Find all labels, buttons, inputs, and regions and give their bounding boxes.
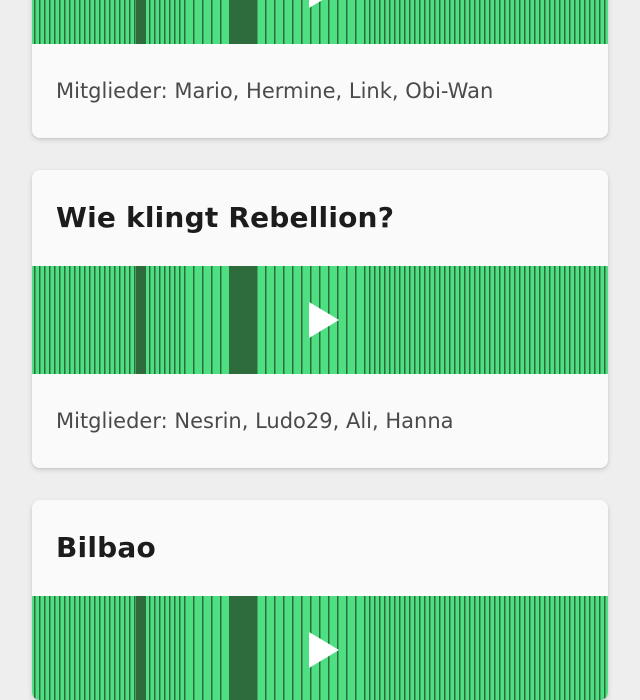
waveform-player[interactable]	[32, 0, 608, 44]
members-list: Mitglieder: Mario, Hermine, Link, Obi-Wa…	[56, 79, 494, 103]
playlist-card: Bilbao	[32, 500, 608, 700]
playlist-title: Wie klingt Rebellion?	[56, 201, 395, 234]
members-list: Mitglieder: Nesrin, Ludo29, Ali, Hanna	[56, 409, 454, 433]
playlist-card: Wie klingt Rebellion? Mitglieder: Nesrin…	[32, 170, 608, 468]
play-icon[interactable]	[307, 630, 341, 670]
playlist-title: Bilbao	[56, 531, 156, 564]
playlist-card: Mitglieder: Mario, Hermine, Link, Obi-Wa…	[32, 0, 608, 138]
play-icon[interactable]	[307, 300, 341, 340]
waveform-player[interactable]	[32, 266, 608, 374]
play-icon[interactable]	[307, 0, 341, 10]
waveform-player[interactable]	[32, 596, 608, 700]
